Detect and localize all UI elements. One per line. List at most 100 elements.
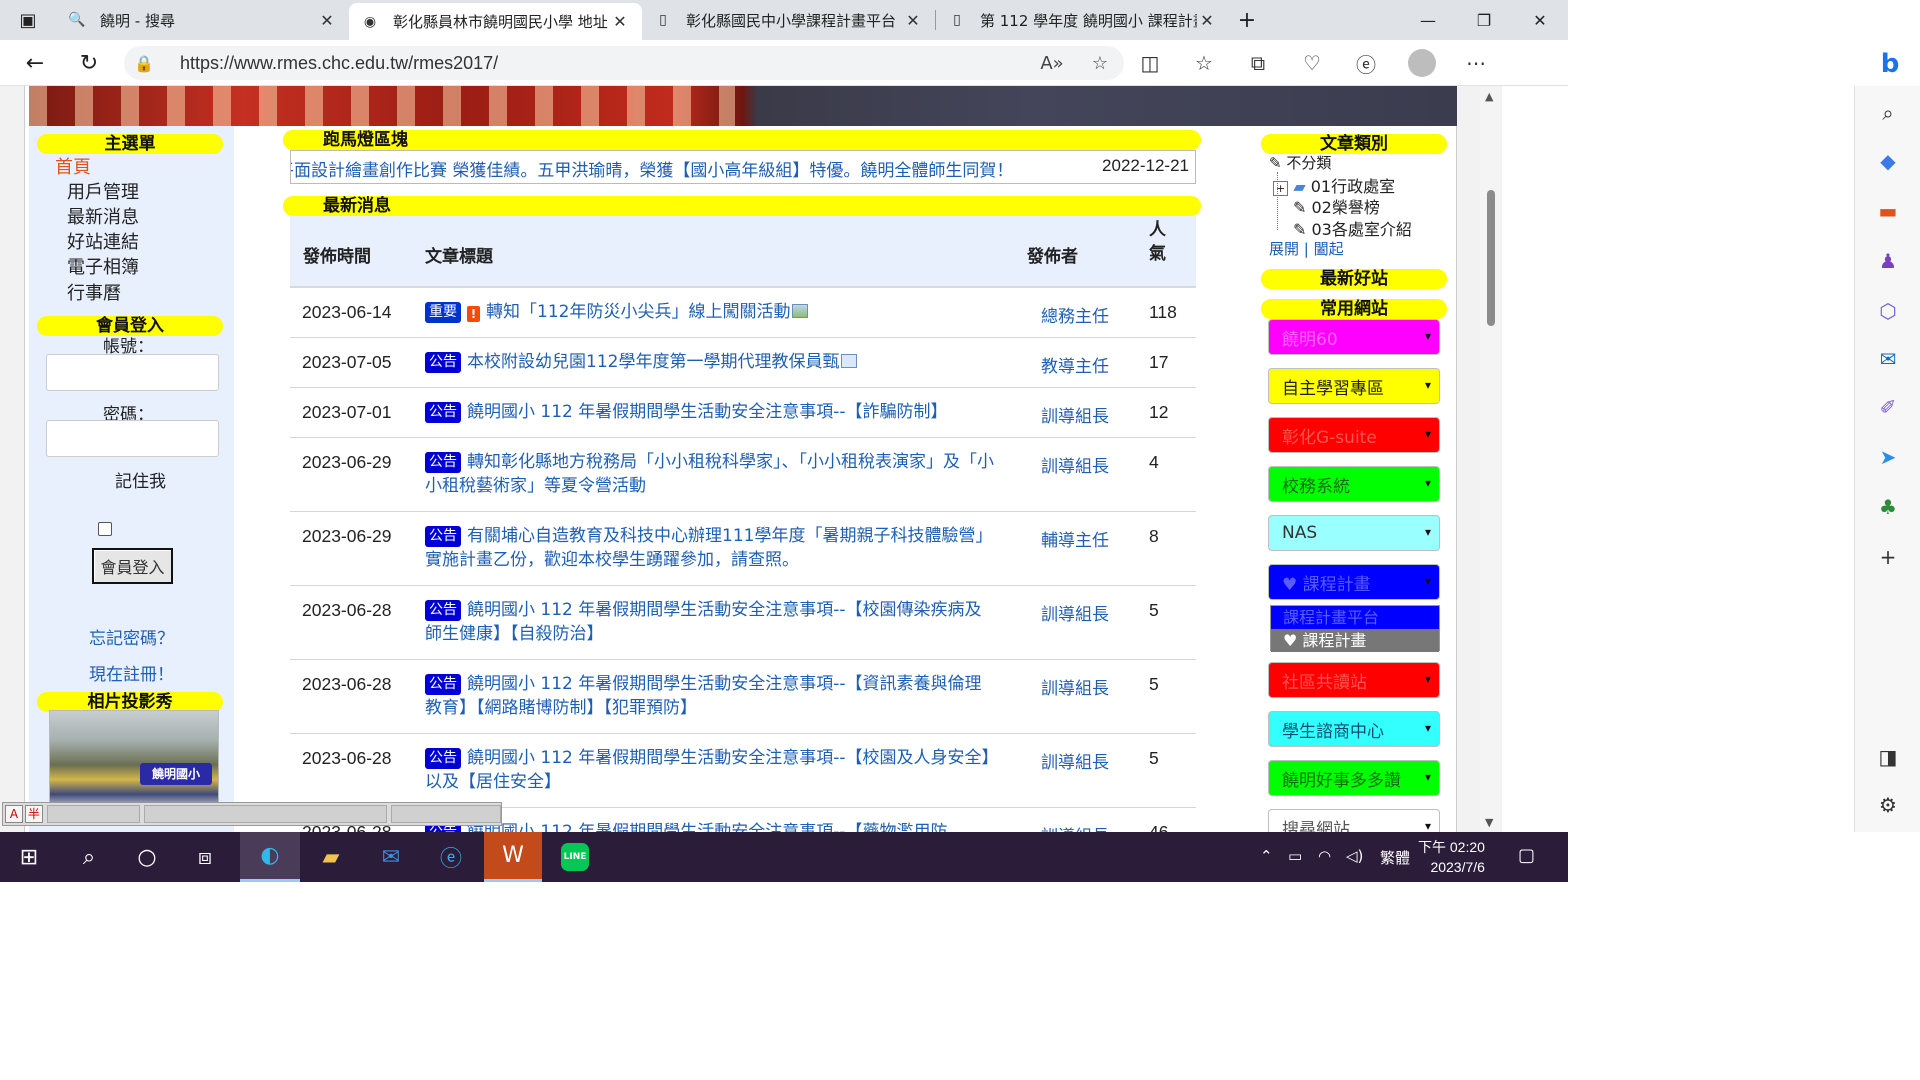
file-explorer-icon[interactable]: ▰ xyxy=(302,832,360,882)
login-button[interactable]: 會員登入 xyxy=(92,548,173,584)
scroll-down-icon[interactable]: ▼ xyxy=(1485,816,1493,829)
row-title-text[interactable]: 轉知彰化縣地方稅務局「小小租稅科學家」、「小小租稅表演家」及「小小租稅藝術家」等… xyxy=(425,452,994,496)
hide-sidebar-icon[interactable]: ◨ xyxy=(1873,742,1903,772)
remember-checkbox[interactable] xyxy=(98,522,112,536)
row-title-text[interactable]: 本校附設幼兒園112學年度第一學期代理教保員甄 xyxy=(467,352,839,372)
close-icon[interactable]: ✕ xyxy=(610,12,630,31)
row-title[interactable]: 公告 饒明國小 112 年暑假期間學生活動安全注意事項--【藥物濫用防 xyxy=(425,820,995,832)
tray-overflow-icon[interactable]: ⌃ xyxy=(1260,847,1273,865)
profile-avatar-icon[interactable] xyxy=(1396,40,1448,86)
row-title-text[interactable]: 饒明國小 112 年暑假期間學生活動安全注意事項--【資訊素養與倫理教育】【網路… xyxy=(425,674,982,718)
dropdown-option-selected[interactable]: ♥ 課程計畫 xyxy=(1271,629,1439,652)
favorites-icon[interactable]: ☆ xyxy=(1178,40,1230,86)
refresh-button[interactable]: ↻ xyxy=(62,40,116,86)
dropdown-option[interactable]: 課程計畫平台 xyxy=(1271,606,1439,629)
new-tab-button[interactable]: + xyxy=(1229,0,1265,40)
more-menu-icon[interactable]: ⋯ xyxy=(1450,40,1502,86)
word-icon[interactable]: W xyxy=(484,832,542,882)
select-rm60[interactable]: 饒明60 ▾ xyxy=(1268,319,1440,355)
wifi-icon[interactable]: ◠ xyxy=(1318,847,1331,865)
tree-item-offices[interactable]: ✎ 03各處室介紹 xyxy=(1293,216,1412,240)
register-link[interactable]: 現在註冊！ xyxy=(89,660,174,685)
outlook-icon[interactable]: ✉ xyxy=(1873,344,1903,374)
back-button[interactable]: ← xyxy=(8,40,62,86)
row-title[interactable]: 公告 轉知彰化縣地方稅務局「小小租稅科學家」、「小小租稅表演家」及「小小租稅藝術家… xyxy=(425,450,995,498)
tab-course-plan[interactable]: ▯ 第 112 學年度 饒明國小 課程計畫 ✕ xyxy=(936,3,1229,37)
row-title[interactable]: 公告 饒明國小 112 年暑假期間學生活動安全注意事項--【資訊素養與倫理教育】【… xyxy=(425,672,995,720)
row-author[interactable]: 訓導組長 xyxy=(1041,822,1109,832)
line-app-icon[interactable]: LINE xyxy=(546,832,604,882)
cortana-icon[interactable]: ○ xyxy=(118,832,176,882)
tab-search[interactable]: 🔍 饒明 - 搜尋 ✕ xyxy=(56,3,349,37)
favorite-star-icon[interactable]: ☆ xyxy=(1076,53,1124,74)
col-title[interactable]: 文章標題 xyxy=(425,242,493,267)
settings-gear-icon[interactable]: ⚙ xyxy=(1873,790,1903,820)
collapse-link[interactable]: 闔起 xyxy=(1314,240,1344,258)
menu-item-users[interactable]: 用戶管理 xyxy=(67,180,139,205)
shopping-tag-icon[interactable]: ◆ xyxy=(1873,146,1903,176)
designer-icon[interactable]: ✐ xyxy=(1873,392,1903,422)
mail-icon[interactable]: ✉ xyxy=(362,832,420,882)
menu-item-album[interactable]: 電子相簿 xyxy=(67,255,139,280)
select-counseling[interactable]: 學生諮商中心 ▾ xyxy=(1268,711,1440,747)
menu-item-news[interactable]: 最新消息 xyxy=(67,205,139,230)
row-title[interactable]: 公告 饒明國小 112 年暑假期間學生活動安全注意事項--【校園及人身安全】以及【… xyxy=(425,746,995,794)
tab-school-site[interactable]: ◉ 彰化縣員林市饒明國民小學 地址 ✕ xyxy=(349,3,642,40)
read-aloud-icon[interactable]: A» xyxy=(1028,53,1076,74)
internet-explorer-icon[interactable]: ⓔ xyxy=(422,832,480,882)
microsoft365-icon[interactable]: ⬡ xyxy=(1873,296,1903,326)
marquee-text[interactable]: 平面設計繪畫創作比賽 榮獲佳績。五甲洪瑜晴，榮獲【國小高年級組】特優。饒明全體師… xyxy=(291,156,1013,181)
add-icon[interactable]: + xyxy=(1873,542,1903,572)
row-title[interactable]: 重要! 轉知「112年防災小尖兵」線上闖關活動 xyxy=(425,300,995,324)
page-scrollbar[interactable]: ▲ ▼ xyxy=(1480,86,1502,832)
input-language[interactable]: 繁體 xyxy=(1380,847,1410,868)
start-windows-icon[interactable]: ⊞ xyxy=(0,832,58,882)
performance-icon[interactable]: ♡ xyxy=(1286,40,1338,86)
select-gsuite[interactable]: 彰化G-suite ▾ xyxy=(1268,417,1440,453)
volume-icon[interactable]: ◁) xyxy=(1346,847,1363,865)
row-author[interactable]: 訓導組長 xyxy=(1041,452,1109,477)
ime-mode-key[interactable]: A xyxy=(5,805,23,823)
tree-item-uncategorized[interactable]: ✎ 不分類 xyxy=(1269,152,1331,173)
row-title[interactable]: 公告 饒明國小 112 年暑假期間學生活動安全注意事項--【詐騙防制】 xyxy=(425,400,995,424)
row-author[interactable]: 總務主任 xyxy=(1041,302,1109,327)
slideshow-photo[interactable]: 饒明國小 xyxy=(49,710,219,810)
row-title-text[interactable]: 有關埔心自造教育及科技中心辦理111學年度「暑期親子科技體驗營」實施計畫乙份，歡… xyxy=(425,526,992,570)
bing-copilot-icon[interactable]: b xyxy=(1868,44,1912,84)
games-icon[interactable]: ♟ xyxy=(1873,246,1903,276)
select-nas[interactable]: NAS ▾ xyxy=(1268,515,1440,551)
menu-item-links[interactable]: 好站連結 xyxy=(67,230,139,255)
tree-item-honor[interactable]: ✎ 02榮譽榜 xyxy=(1293,194,1380,218)
row-title[interactable]: 公告 本校附設幼兒園112學年度第一學期代理教保員甄 xyxy=(425,350,995,374)
col-hits[interactable]: 人氣 xyxy=(1149,218,1169,266)
select-good-news[interactable]: 饒明好事多多讚 ▾ xyxy=(1268,760,1440,796)
select-community-reading[interactable]: 社區共讀站 ▾ xyxy=(1268,662,1440,698)
select-self-learning[interactable]: 自主學習專區 ▾ xyxy=(1268,368,1440,404)
account-input[interactable] xyxy=(46,354,219,391)
row-title-text[interactable]: 饒明國小 112 年暑假期間學生活動安全注意事項--【藥物濫用防 xyxy=(467,822,948,832)
search-icon[interactable]: ⌕ xyxy=(60,832,118,882)
row-title[interactable]: 公告 有關埔心自造教育及科技中心辦理111學年度「暑期親子科技體驗營」實施計畫乙份… xyxy=(425,524,995,572)
edge-browser-icon[interactable]: ◐ xyxy=(240,832,300,882)
col-author[interactable]: 發佈者 xyxy=(1027,242,1078,267)
tree-icon[interactable]: ♣ xyxy=(1873,492,1903,522)
tab-actions-icon[interactable]: ▣ xyxy=(0,0,56,40)
scrollbar-thumb[interactable] xyxy=(1487,190,1495,326)
row-title-text[interactable]: 饒明國小 112 年暑假期間學生活動安全注意事項--【詐騙防制】 xyxy=(467,402,948,422)
search-icon[interactable]: ⌕ xyxy=(1873,98,1903,128)
restore-button[interactable]: ❐ xyxy=(1456,0,1512,40)
expand-toggle-icon[interactable]: + xyxy=(1273,181,1289,196)
expand-link[interactable]: 展開 xyxy=(1269,240,1299,258)
ie-mode-icon[interactable]: ⓔ xyxy=(1340,40,1392,86)
lock-icon[interactable]: 🔒 xyxy=(124,54,164,73)
collections-icon[interactable]: ⧉ xyxy=(1232,40,1284,86)
close-icon[interactable]: ✕ xyxy=(1197,11,1217,30)
menu-item-home[interactable]: 首頁 xyxy=(55,155,91,180)
select-course-plan[interactable]: ♥ 課程計畫 ▾ xyxy=(1268,564,1440,600)
col-date[interactable]: 發佈時間 xyxy=(303,242,371,267)
row-author[interactable]: 訓導組長 xyxy=(1041,674,1109,699)
notification-icon[interactable]: ▢ xyxy=(1518,845,1535,866)
row-title-text[interactable]: 轉知「112年防災小尖兵」線上闖關活動 xyxy=(486,302,790,322)
row-author[interactable]: 輔導主任 xyxy=(1041,526,1109,551)
row-title[interactable]: 公告 饒明國小 112 年暑假期間學生活動安全注意事項--【校園傳染疾病及師生健康… xyxy=(425,598,995,646)
